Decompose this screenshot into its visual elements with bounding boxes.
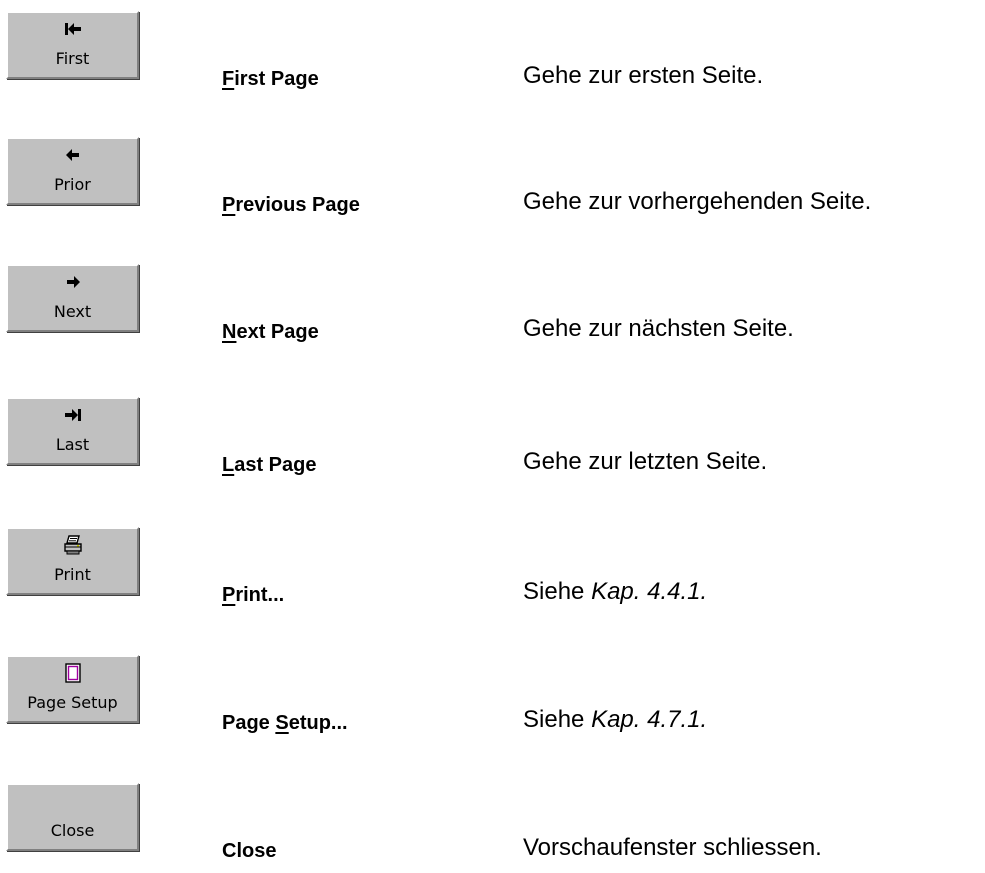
access-key: N	[222, 321, 237, 343]
chapter-reference: Kap. 4.7.1.	[591, 706, 708, 733]
command-row-first: First First Page Gehe zur ersten Seite.	[0, 11, 985, 101]
first-page-icon	[8, 17, 137, 41]
first-button[interactable]: First	[6, 11, 139, 79]
next-page-command: Next Page	[222, 321, 319, 343]
access-key: P	[222, 584, 236, 606]
command-row-close: Close Close Vorschaufenster schliessen.	[0, 783, 985, 873]
previous-page-description: Gehe zur vorhergehenden Seite.	[523, 188, 872, 215]
close-command: Close	[222, 840, 277, 862]
access-key: F	[222, 68, 235, 90]
prior-button[interactable]: Prior	[6, 137, 139, 205]
page-setup-command: Page Setup...	[222, 712, 348, 734]
print-command: Print...	[222, 584, 285, 606]
command-row-last: Last Last Page Gehe zur letzten Seite.	[0, 397, 985, 487]
command-row-page-setup: Page Setup Page Setup... Siehe Kap. 4.7.…	[0, 655, 985, 745]
first-page-command: First Page	[222, 68, 319, 90]
access-key: L	[222, 454, 235, 476]
last-page-icon	[8, 403, 137, 427]
print-description: Siehe Kap. 4.4.1.	[523, 578, 708, 605]
last-button[interactable]: Last	[6, 397, 139, 465]
prior-button-label: Prior	[54, 175, 91, 194]
last-page-description: Gehe zur letzten Seite.	[523, 448, 768, 475]
left-arrow-icon	[8, 143, 137, 167]
command-row-print: Print Print... Siehe Kap. 4.4.1.	[0, 527, 985, 617]
page-setup-button-label: Page Setup	[27, 693, 118, 712]
access-key: P	[222, 194, 236, 216]
close-button-label: Close	[50, 821, 95, 840]
right-arrow-icon	[8, 270, 137, 294]
last-page-command: Last Page	[222, 454, 317, 476]
next-button-label: Next	[53, 302, 92, 321]
next-page-description: Gehe zur nächsten Seite.	[523, 315, 794, 342]
printer-icon	[8, 533, 137, 557]
page-setup-button[interactable]: Page Setup	[6, 655, 139, 723]
next-button[interactable]: Next	[6, 264, 139, 332]
print-button[interactable]: Print	[6, 527, 139, 595]
first-button-label: First	[55, 49, 90, 68]
chapter-reference: Kap. 4.4.1.	[591, 578, 708, 605]
page-setup-icon	[8, 661, 137, 685]
access-key: S	[275, 712, 289, 734]
command-row-next: Next Next Page Gehe zur nächsten Seite.	[0, 264, 985, 354]
previous-page-command: Previous Page	[222, 194, 360, 216]
last-button-label: Last	[55, 435, 90, 454]
first-page-description: Gehe zur ersten Seite.	[523, 62, 764, 89]
command-row-prior: Prior Previous Page Gehe zur vorhergehen…	[0, 137, 985, 227]
close-button[interactable]: Close	[6, 783, 139, 851]
page-setup-description: Siehe Kap. 4.7.1.	[523, 706, 708, 733]
print-button-label: Print	[54, 565, 91, 584]
